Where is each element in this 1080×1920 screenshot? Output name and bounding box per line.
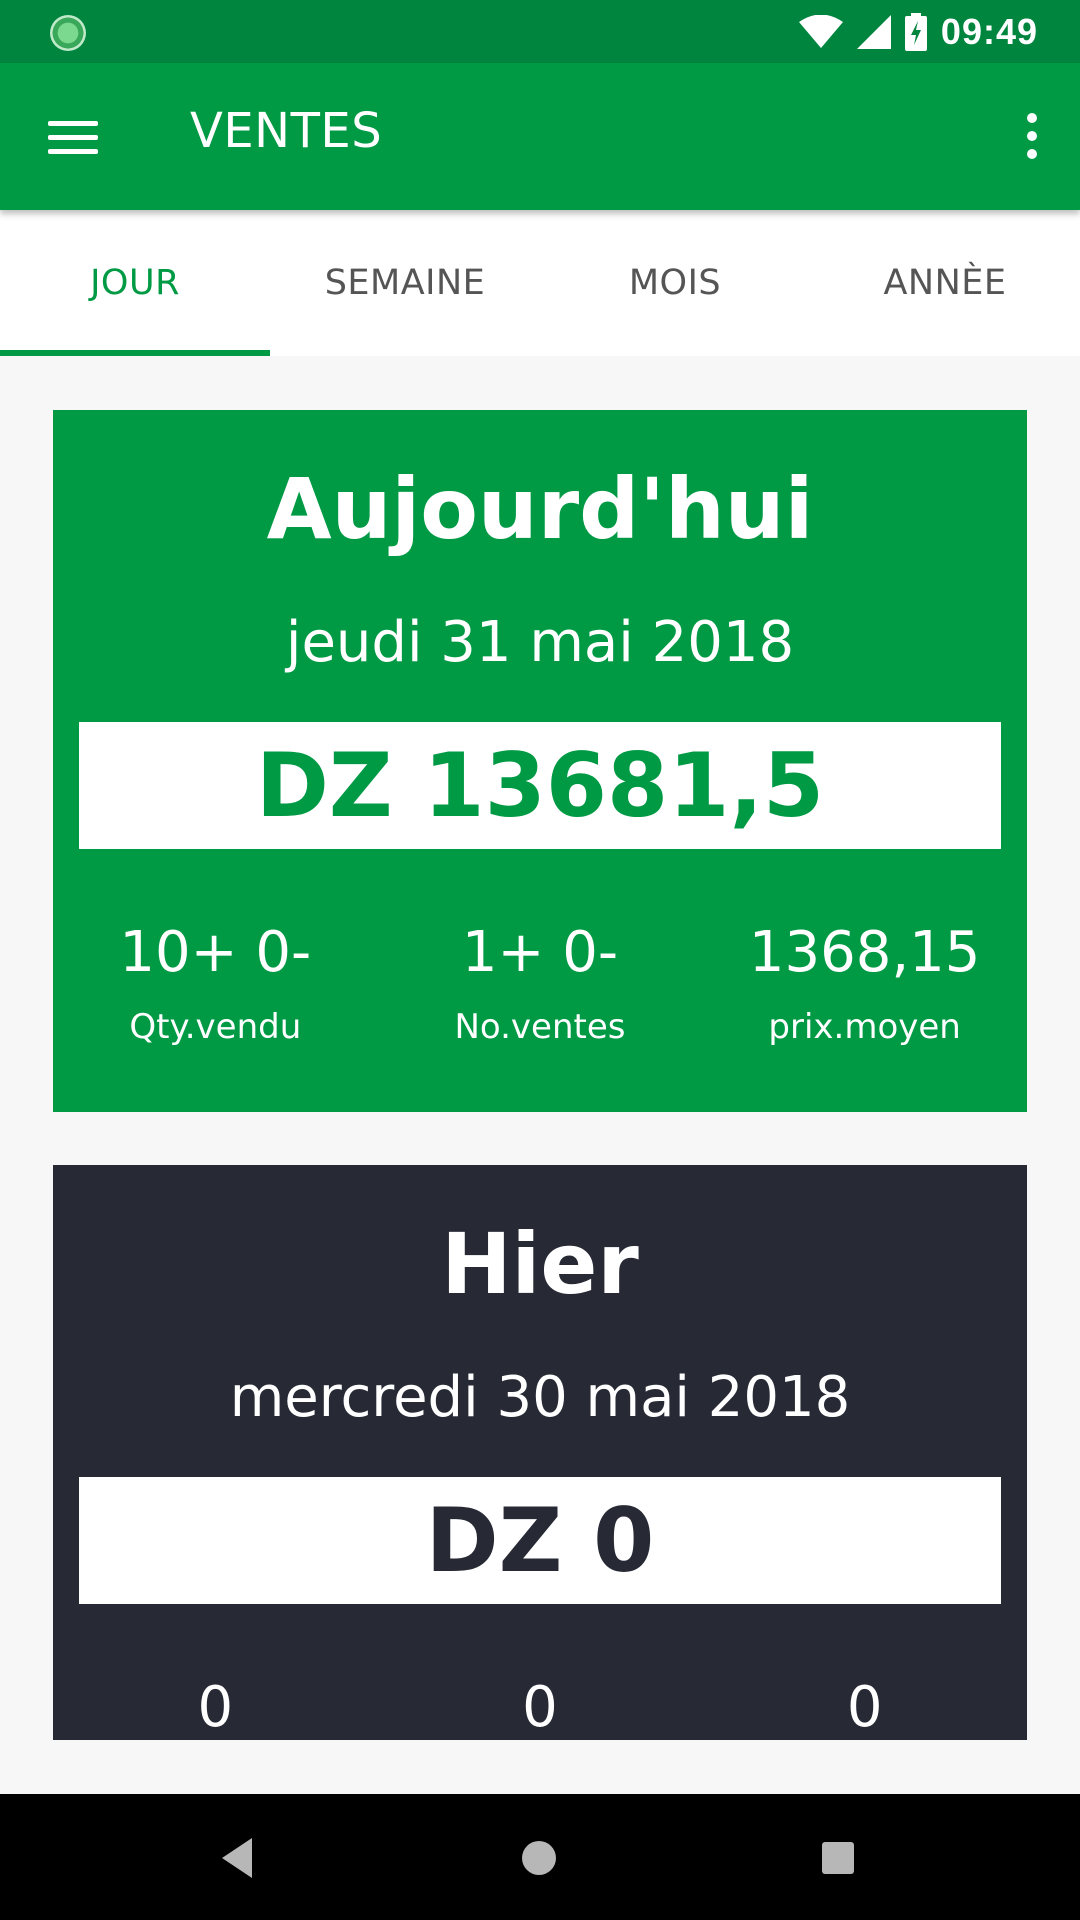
stat-qty-sold: 10+ 0- Qty.vendu xyxy=(53,920,378,1047)
stat-value: 0 xyxy=(522,1675,558,1740)
tab-semaine[interactable]: SEMAINE xyxy=(270,210,540,356)
home-icon[interactable] xyxy=(509,1832,569,1884)
more-vertical-icon[interactable] xyxy=(1014,103,1050,169)
stat-label: No.ventes xyxy=(454,1007,626,1047)
today-amount: DZ 13681,5 xyxy=(79,722,1001,849)
stat-average-price: 1368,15 prix.moyen xyxy=(702,920,1027,1047)
hamburger-menu-icon[interactable] xyxy=(40,111,106,163)
tab-mois[interactable]: MOIS xyxy=(540,210,810,356)
tab-jour[interactable]: JOUR xyxy=(0,210,270,356)
stat-value: 1368,15 xyxy=(748,920,981,985)
app-title: VENTES xyxy=(190,103,383,159)
stat-value: 0 xyxy=(197,1675,234,1740)
today-heading: Aujourd'hui xyxy=(266,460,814,558)
status-icons: 09:49 xyxy=(798,0,1038,63)
signal-icon xyxy=(856,14,891,49)
yesterday-amount: DZ 0 xyxy=(79,1477,1001,1604)
stat-average-price: 0 xyxy=(702,1675,1027,1740)
stat-label: prix.moyen xyxy=(768,1007,961,1047)
wifi-icon xyxy=(798,14,843,49)
battery-charging-icon xyxy=(904,12,927,51)
today-sales-card[interactable]: Aujourd'hui jeudi 31 mai 2018 DZ 13681,5… xyxy=(53,410,1027,1112)
yesterday-heading: Hier xyxy=(441,1215,639,1313)
stat-label: Qty.vendu xyxy=(129,1007,302,1047)
yesterday-sales-card[interactable]: Hier mercredi 30 mai 2018 DZ 0 0 0 0 xyxy=(53,1165,1027,1740)
today-date: jeudi 31 mai 2018 xyxy=(285,610,795,675)
status-bar: 09:49 xyxy=(0,0,1080,63)
recents-icon[interactable] xyxy=(808,1832,868,1884)
stat-sales-count: 1+ 0- No.ventes xyxy=(378,920,703,1047)
stat-value: 1+ 0- xyxy=(461,920,619,985)
app-status-icon xyxy=(50,15,86,51)
stat-sales-count: 0 xyxy=(378,1675,703,1740)
today-stats: 10+ 0- Qty.vendu 1+ 0- No.ventes 1368,15… xyxy=(53,920,1027,1047)
stat-qty-sold: 0 xyxy=(53,1675,378,1740)
tab-annee[interactable]: ANNÈE xyxy=(810,210,1080,356)
system-navigation-bar xyxy=(0,1794,1080,1920)
yesterday-date: mercredi 30 mai 2018 xyxy=(229,1365,851,1430)
period-tabs: JOUR SEMAINE MOIS ANNÈE xyxy=(0,210,1080,356)
yesterday-stats: 0 0 0 xyxy=(53,1675,1027,1740)
stat-value: 10+ 0- xyxy=(119,920,312,985)
status-time: 09:49 xyxy=(940,10,1038,52)
back-icon[interactable] xyxy=(208,1832,268,1884)
stat-value: 0 xyxy=(846,1675,883,1740)
app-bar: VENTES xyxy=(0,63,1080,210)
